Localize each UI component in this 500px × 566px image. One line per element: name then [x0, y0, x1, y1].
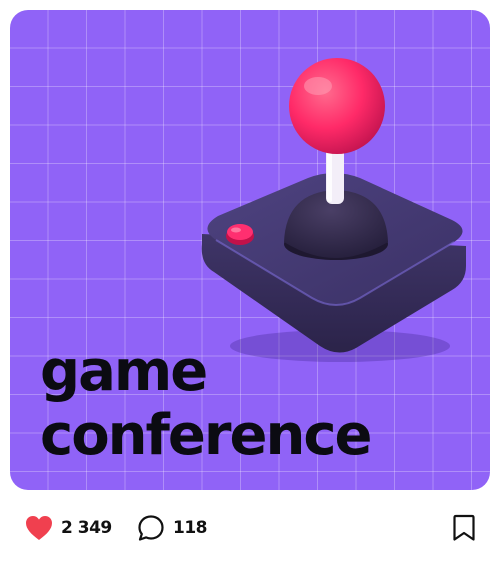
like-button[interactable]: 2 349: [25, 513, 112, 543]
likes-count: 2 349: [61, 518, 112, 538]
bookmark-button[interactable]: [452, 513, 476, 543]
post-image[interactable]: game conference: [10, 10, 490, 490]
post-headline: game conference: [40, 339, 373, 468]
speech-bubble-icon: [137, 514, 165, 542]
comments-count: 118: [173, 518, 208, 538]
post-actions-bar: 2 349 118: [0, 500, 500, 556]
bookmark-icon: [452, 514, 476, 542]
joystick-illustration: [201, 58, 466, 362]
headline-line-1: game: [40, 339, 208, 404]
heart-icon: [25, 515, 53, 541]
comment-button[interactable]: 118: [137, 513, 208, 543]
headline-line-2: conference: [40, 403, 373, 468]
